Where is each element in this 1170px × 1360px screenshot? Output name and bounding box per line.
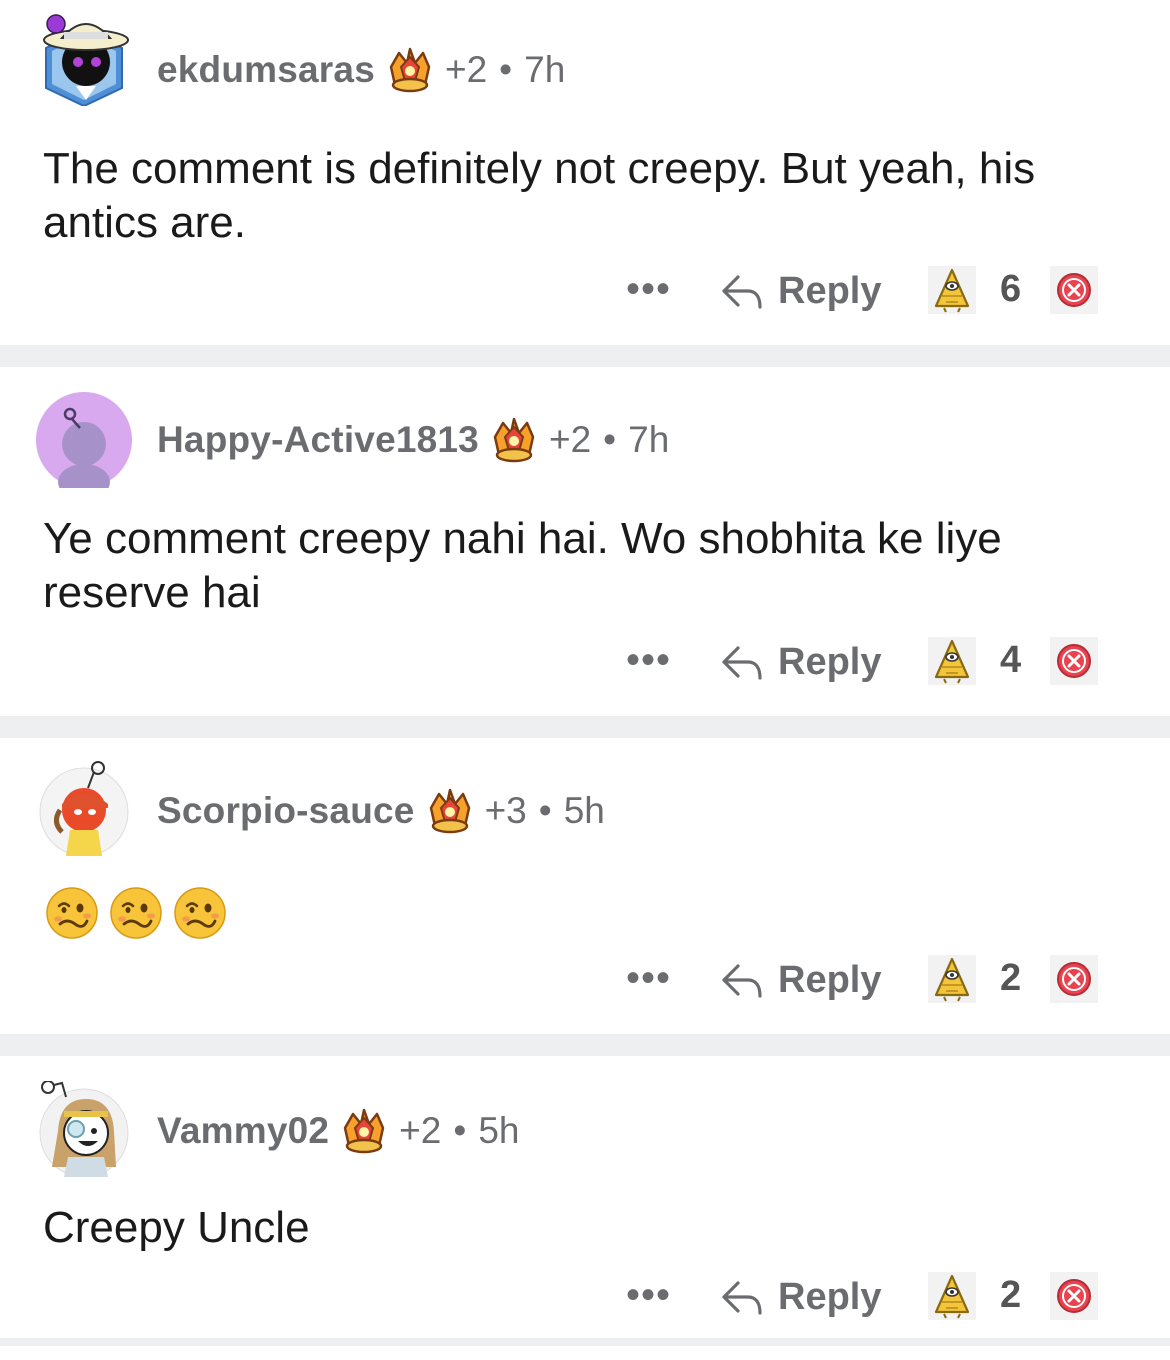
downvote-icon[interactable]: [1050, 955, 1098, 1003]
comment-body: The comment is definitely not creepy. Bu…: [43, 144, 1036, 247]
vote-count: 2: [1000, 1274, 1022, 1316]
karma-badge: +2: [548, 419, 592, 460]
upvote-icon[interactable]: [928, 955, 976, 1003]
comment-actions: ••• Reply 4: [0, 637, 1170, 697]
comment-body: [45, 886, 227, 940]
timestamp: 7h: [628, 419, 670, 460]
more-options-button[interactable]: •••: [626, 640, 671, 680]
meta-separator: •: [453, 1110, 467, 1151]
timestamp: 7h: [524, 49, 566, 90]
avatar[interactable]: [36, 1081, 132, 1177]
crystal-flair-icon: [425, 786, 475, 836]
crystal-flair-icon: [385, 45, 435, 95]
comment: Scorpio-sauce +3 • 5h ••• Reply 2: [0, 738, 1170, 1034]
karma-badge: +3: [484, 790, 527, 831]
meta-separator: •: [538, 790, 552, 831]
comment-body: Ye comment creepy nahi hai. Wo shobhita …: [43, 514, 1002, 617]
reply-label: Reply: [778, 958, 882, 1001]
reply-button[interactable]: Reply: [720, 266, 881, 316]
woozy-face-icon: [45, 886, 99, 940]
reply-arrow-icon: [720, 960, 764, 1000]
comment-actions: ••• Reply 6: [0, 266, 1170, 326]
avatar[interactable]: [36, 10, 132, 106]
reply-arrow-icon: [720, 1277, 764, 1317]
more-options-button[interactable]: •••: [626, 958, 671, 998]
timestamp: 5h: [478, 1110, 520, 1151]
meta-separator: •: [499, 49, 513, 90]
comment-meta: Happy-Active1813 +2 • 7h: [157, 415, 669, 465]
vote-count: 6: [1000, 268, 1022, 310]
comment-separator: [0, 1338, 1170, 1346]
comment-separator: [0, 345, 1170, 367]
vote-count: 4: [1000, 639, 1022, 681]
reply-button[interactable]: Reply: [720, 1272, 881, 1322]
comment-actions: ••• Reply 2: [0, 1272, 1170, 1332]
vote-count: 2: [1000, 957, 1022, 999]
crystal-flair-icon: [489, 415, 539, 465]
meta-separator: •: [603, 419, 617, 460]
avatar[interactable]: [36, 760, 132, 856]
crystal-flair-icon: [339, 1106, 389, 1156]
karma-badge: +2: [399, 1110, 442, 1151]
username[interactable]: Happy-Active1813: [157, 419, 479, 461]
comment-body: Creepy Uncle: [43, 1203, 310, 1252]
reply-arrow-icon: [720, 642, 764, 682]
username[interactable]: Scorpio-sauce: [157, 790, 415, 832]
comment: ekdumsaras +2 • 7h The comment is defini…: [0, 0, 1170, 345]
comment-actions: ••• Reply 2: [0, 955, 1170, 1015]
reply-label: Reply: [778, 1275, 882, 1318]
comment-separator: [0, 1034, 1170, 1056]
avatar[interactable]: [36, 392, 132, 488]
downvote-icon[interactable]: [1050, 637, 1098, 685]
woozy-face-icon: [109, 886, 163, 940]
downvote-icon[interactable]: [1050, 1272, 1098, 1320]
upvote-icon[interactable]: [928, 266, 976, 314]
woozy-face-icon: [173, 886, 227, 940]
comment: Vammy02 +2 • 5h Creepy Uncle ••• Reply 2: [0, 1056, 1170, 1338]
reply-button[interactable]: Reply: [720, 637, 881, 687]
reply-button[interactable]: Reply: [720, 955, 881, 1005]
reply-arrow-icon: [720, 271, 764, 311]
username[interactable]: ekdumsaras: [157, 49, 375, 91]
reply-label: Reply: [778, 640, 882, 683]
more-options-button[interactable]: •••: [626, 1275, 671, 1315]
reply-label: Reply: [778, 269, 882, 312]
comment-meta: ekdumsaras +2 • 7h: [157, 45, 565, 95]
timestamp: 5h: [563, 790, 605, 831]
username[interactable]: Vammy02: [157, 1110, 329, 1152]
upvote-icon[interactable]: [928, 1272, 976, 1320]
karma-badge: +2: [444, 49, 488, 90]
comment-separator: [0, 716, 1170, 738]
comment: Happy-Active1813 +2 • 7h Ye comment cree…: [0, 367, 1170, 716]
more-options-button[interactable]: •••: [626, 269, 671, 309]
comment-meta: Vammy02 +2 • 5h: [157, 1106, 519, 1156]
downvote-icon[interactable]: [1050, 266, 1098, 314]
upvote-icon[interactable]: [928, 637, 976, 685]
comment-meta: Scorpio-sauce +3 • 5h: [157, 786, 605, 836]
